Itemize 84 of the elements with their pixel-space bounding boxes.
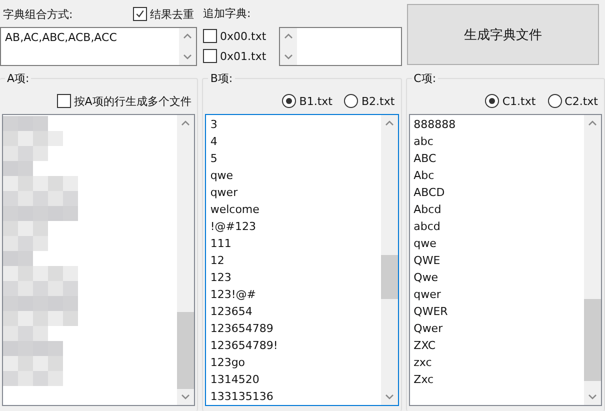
- scroll-thumb[interactable]: [177, 312, 194, 389]
- list-item[interactable]: Qwer: [414, 320, 580, 337]
- scrollbar[interactable]: [177, 115, 194, 405]
- scroll-up-icon[interactable]: [183, 33, 192, 39]
- list-item[interactable]: !@#123: [210, 218, 377, 235]
- combination-field[interactable]: AB,AC,ABC,ACB,ACC: [0, 27, 197, 66]
- dictionary-checkbox[interactable]: 0x00.txt: [203, 29, 273, 43]
- scroll-up-icon[interactable]: [588, 120, 597, 126]
- list-item[interactable]: ABC: [414, 150, 580, 167]
- radio-label: C2.txt: [564, 94, 598, 108]
- list-item[interactable]: zxc: [414, 354, 580, 371]
- scroll-down-icon[interactable]: [588, 394, 597, 400]
- checkbox-label: 0x01.txt: [220, 50, 266, 62]
- group-title: C项:: [412, 71, 438, 86]
- checkbox-square[interactable]: [56, 94, 71, 108]
- list-item[interactable]: qwer: [414, 286, 580, 303]
- scrollbar[interactable]: [584, 115, 601, 405]
- list-item[interactable]: qwe: [414, 235, 580, 252]
- dedupe-checkbox[interactable]: 结果去重: [133, 6, 194, 22]
- list-item[interactable]: abcd: [414, 218, 580, 235]
- list-item[interactable]: 3: [210, 116, 377, 133]
- checkbox-square[interactable]: [203, 49, 217, 63]
- list-item[interactable]: 888888: [414, 116, 580, 133]
- scroll-down-icon[interactable]: [384, 394, 394, 400]
- list-item[interactable]: welcome: [210, 201, 377, 218]
- scroll-down-icon[interactable]: [181, 394, 190, 400]
- radio-circle[interactable]: [485, 94, 500, 108]
- checkbox-label: 结果去重: [150, 6, 194, 22]
- list-item[interactable]: Abcd: [414, 201, 580, 218]
- list-item[interactable]: 111: [210, 235, 377, 252]
- list-item[interactable]: qwe: [210, 167, 377, 184]
- list-box[interactable]: 3 4 5 qwe qwer welcome !@#123 111 12 123 123!@# 123654 123654789 123654789! 123go 1314520 133135136: [205, 114, 399, 406]
- file-radio[interactable]: C1.txt: [485, 94, 536, 108]
- group-title: A项:: [5, 71, 32, 86]
- radio-label: B1.txt: [299, 94, 332, 108]
- list-item[interactable]: 12: [210, 252, 377, 269]
- checkmark-icon: [135, 9, 145, 19]
- list-item[interactable]: 123654789: [210, 320, 377, 337]
- list-box[interactable]: 888888 abc ABC Abc ABCD Abcd abcd qwe QWE Qwe qwer QWER Qwer ZXC zxc Zxc: [408, 114, 602, 406]
- list-item[interactable]: 1314520: [210, 371, 377, 388]
- scroll-thumb[interactable]: [584, 298, 601, 382]
- scrollbar[interactable]: [380, 115, 398, 405]
- list-item[interactable]: QWE: [414, 252, 580, 269]
- radio-circle[interactable]: [282, 94, 296, 108]
- scrollbar[interactable]: [280, 28, 297, 65]
- list-item[interactable]: Zxc: [414, 371, 580, 388]
- list-item[interactable]: 123go: [210, 354, 377, 371]
- append-field[interactable]: [279, 27, 402, 66]
- scroll-up-icon[interactable]: [181, 120, 190, 126]
- file-radio[interactable]: C2.txt: [548, 94, 598, 108]
- list-item[interactable]: abc: [414, 133, 580, 150]
- scroll-thumb[interactable]: [380, 254, 398, 299]
- list-item[interactable]: ABCD: [414, 184, 580, 201]
- list-item[interactable]: Qwe: [414, 269, 580, 286]
- scroll-down-icon[interactable]: [183, 54, 192, 60]
- radio-circle[interactable]: [548, 94, 562, 108]
- list-item[interactable]: 5: [210, 150, 377, 167]
- list-item[interactable]: 4: [210, 133, 377, 150]
- list-item[interactable]: 133135136: [210, 388, 377, 405]
- append-label: 追加字典:: [203, 6, 252, 22]
- scroll-down-icon[interactable]: [284, 54, 293, 60]
- file-radio[interactable]: B1.txt: [282, 94, 332, 108]
- scroll-up-icon[interactable]: [284, 33, 293, 39]
- dictionary-checkbox[interactable]: 0x01.txt: [203, 49, 273, 63]
- group-title: B项:: [208, 71, 235, 86]
- list-item[interactable]: ZXC: [414, 337, 580, 354]
- list-item[interactable]: QWER: [414, 303, 580, 320]
- radio-label: B2.txt: [361, 94, 395, 108]
- checkbox-square[interactable]: [203, 29, 217, 43]
- list-item[interactable]: 123!@#: [210, 286, 377, 303]
- list-item[interactable]: 123654: [210, 303, 377, 320]
- list-item[interactable]: 123654789!: [210, 337, 377, 354]
- list-item[interactable]: 123: [210, 269, 377, 286]
- combination-label: 字典组合方式:: [3, 6, 73, 22]
- radio-circle[interactable]: [344, 94, 358, 108]
- checkbox-label: 0x00.txt: [220, 30, 266, 42]
- scrollbar[interactable]: [179, 28, 196, 65]
- checkbox-square[interactable]: [133, 7, 147, 21]
- radio-label: C1.txt: [502, 94, 536, 108]
- list-item[interactable]: qwer: [210, 184, 377, 201]
- list-item[interactable]: Abc: [414, 167, 580, 184]
- scroll-up-icon[interactable]: [384, 120, 394, 126]
- generate-button[interactable]: 生成字典文件: [407, 4, 599, 65]
- file-radio[interactable]: B2.txt: [344, 94, 395, 108]
